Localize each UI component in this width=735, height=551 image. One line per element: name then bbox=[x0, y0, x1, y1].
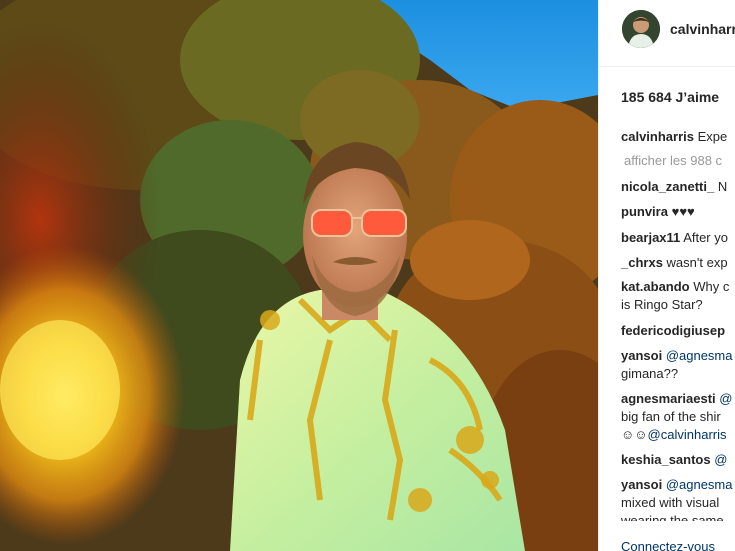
comment-mention[interactable]: @calvinharris bbox=[648, 427, 727, 442]
comment: _chrxs wasn't exp bbox=[621, 254, 728, 271]
comment-username[interactable]: federicodigiusep bbox=[621, 323, 725, 338]
comment: agnesmariaesti @ bbox=[621, 390, 733, 407]
view-all-comments-link[interactable]: afficher les 988 c bbox=[624, 152, 722, 169]
avatar[interactable] bbox=[622, 10, 660, 48]
comment-username[interactable]: agnesmariaesti bbox=[621, 391, 716, 406]
header-username[interactable]: calvinharris bbox=[670, 21, 735, 37]
comment-mention[interactable]: @ bbox=[714, 452, 727, 467]
comment-text-continued: is Ringo Star? bbox=[621, 297, 703, 312]
comment: federicodigiusep bbox=[621, 322, 725, 339]
comment-text: Why c bbox=[693, 279, 730, 294]
comment-text: ♥♥♥ bbox=[671, 204, 695, 219]
post-header: calvinharris bbox=[599, 0, 735, 67]
comment-mention[interactable]: @ bbox=[719, 391, 732, 406]
post-photo[interactable] bbox=[0, 0, 598, 551]
comment-mention[interactable]: @agnesma bbox=[666, 348, 733, 363]
comment-username[interactable]: bearjax11 bbox=[621, 230, 680, 245]
post-side-panel: calvinharris 185 684 J’aime calvinharris… bbox=[598, 0, 735, 551]
caption: calvinharris Expe bbox=[621, 128, 727, 145]
emoji-text: ☺☺ bbox=[621, 427, 648, 442]
comment-username[interactable]: keshia_santos bbox=[621, 452, 711, 467]
comment: yansoi @agnesma bbox=[621, 476, 733, 493]
comment: keshia_santos @ bbox=[621, 451, 727, 468]
comment-username[interactable]: punvira bbox=[621, 204, 668, 219]
avatar-icon bbox=[622, 10, 660, 48]
comment-text-continued: mixed with visual bbox=[621, 495, 720, 510]
photo-art bbox=[0, 0, 598, 551]
comment: kat.abando Why c bbox=[621, 278, 729, 295]
comment-mention[interactable]: @agnesma bbox=[666, 477, 733, 492]
comment-text-continued: ☺☺@calvinharris bbox=[621, 426, 727, 443]
caption-username[interactable]: calvinharris bbox=[621, 129, 694, 144]
comment: nicola_zanetti_ N bbox=[621, 178, 727, 195]
comment-username[interactable]: _chrxs bbox=[621, 255, 663, 270]
comment-username[interactable]: yansoi bbox=[621, 477, 662, 492]
comment-text: wasn't exp bbox=[666, 255, 728, 270]
comment-text: After yo bbox=[683, 230, 728, 245]
comment: yansoi @agnesma bbox=[621, 347, 733, 364]
comment-username[interactable]: nicola_zanetti_ bbox=[621, 179, 714, 194]
comment-text-continued: big fan of the shir bbox=[621, 409, 721, 424]
caption-text: Expe bbox=[697, 129, 728, 144]
comment: bearjax11 After yo bbox=[621, 229, 728, 246]
comment: punvira ♥♥♥ bbox=[621, 203, 695, 220]
comment-username[interactable]: yansoi bbox=[621, 348, 662, 363]
comment-username[interactable]: kat.abando bbox=[621, 279, 690, 294]
comment-text: N bbox=[717, 179, 728, 194]
comment-text-continued: gimana?? bbox=[621, 366, 679, 381]
likes-count[interactable]: 185 684 J’aime bbox=[621, 89, 719, 105]
comment-text-continued: wearing the same bbox=[621, 513, 724, 521]
login-link[interactable]: Connectez-vous bbox=[621, 539, 715, 551]
